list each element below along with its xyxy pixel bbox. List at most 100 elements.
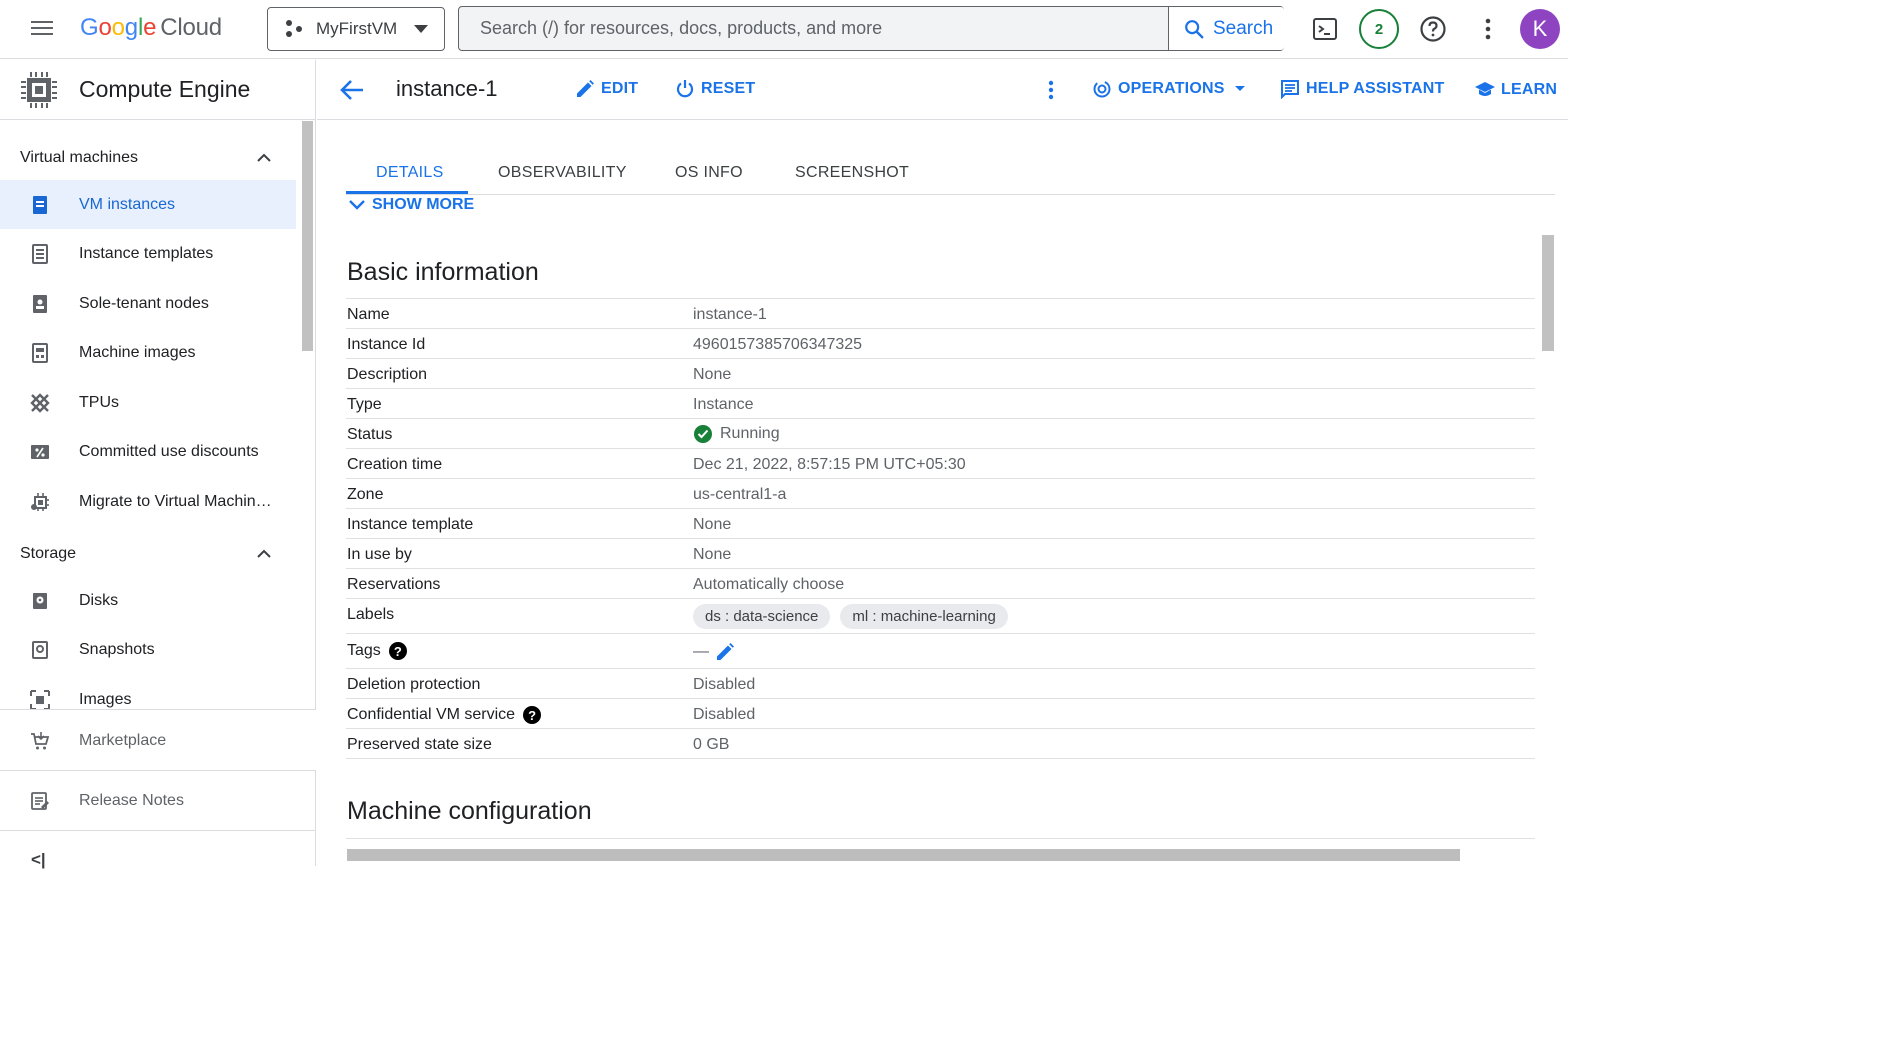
show-more-button[interactable]: SHOW MORE [348, 196, 474, 214]
top-bar: GoogleCloud MyFirstVM Search 2 K [0, 0, 1568, 59]
sidebar: Compute Engine Virtual machines VM insta… [0, 60, 316, 869]
info-row-status: Status Running [346, 419, 1535, 449]
sidebar-item-label: Machine images [79, 343, 196, 361]
pencil-icon[interactable] [715, 642, 735, 662]
project-picker[interactable]: MyFirstVM [267, 7, 445, 51]
sidebar-item-label: Instance templates [79, 244, 214, 262]
sidebar-item-marketplace[interactable]: Marketplace [0, 716, 296, 765]
help-icon[interactable]: ? [388, 642, 407, 660]
operations-button[interactable]: OPERATIONS [1092, 79, 1253, 99]
help-assistant-label: HELP ASSISTANT [1306, 80, 1445, 97]
tab-os-info[interactable]: OS INFO [675, 164, 743, 182]
row-value: Disabled [693, 676, 756, 693]
cloud-shell-icon[interactable] [1308, 12, 1342, 46]
product-title: Compute Engine [79, 76, 251, 102]
row-value: Disabled [693, 706, 756, 723]
edit-label: EDIT [601, 80, 639, 97]
row-value: instance-1 [693, 306, 767, 323]
horizontal-scrollbar[interactable] [347, 849, 1460, 861]
info-row-confidential-vm: Confidential VM service? Disabled [346, 699, 1535, 729]
content-scrollbar[interactable] [1542, 235, 1554, 351]
sidebar-item-label: VM instances [79, 195, 176, 213]
sidebar-scrollbar[interactable] [302, 121, 313, 351]
label-chip[interactable]: ds : data-science [693, 604, 831, 629]
project-name: MyFirstVM [316, 19, 398, 38]
status-value: Running [694, 425, 780, 443]
collapse-sidebar-icon[interactable]: <| [31, 850, 46, 870]
sidebar-item-label: Migrate to Virtual Machin… [79, 492, 272, 510]
divider [346, 838, 1535, 839]
info-row-zone: Zone us-central1-a [346, 479, 1535, 509]
divider [0, 770, 316, 771]
caret-down-icon [414, 25, 428, 33]
row-value: Dec 21, 2022, 8:57:15 PM UTC+05:30 [693, 456, 966, 473]
cart-icon [31, 732, 50, 750]
reset-button[interactable]: RESET [675, 79, 755, 99]
hamburger-menu-icon[interactable] [28, 17, 56, 41]
info-row-preserved-state-size: Preserved state size 0 GB [346, 729, 1535, 759]
sidebar-item-tpus[interactable]: TPUs [0, 378, 296, 427]
help-icon[interactable] [1416, 12, 1450, 46]
help-icon[interactable]: ? [523, 706, 542, 724]
more-vert-icon[interactable] [1471, 12, 1505, 46]
notes-icon [31, 792, 49, 810]
section-storage[interactable]: Storage [0, 534, 300, 574]
sidebar-item-snapshots[interactable]: Snapshots [0, 625, 296, 674]
row-value: 0 GB [693, 736, 730, 753]
info-row-description: Description None [346, 359, 1535, 389]
info-row-instance-id: Instance Id 4960157385706347325 [346, 329, 1535, 359]
info-row-instance-template: Instance template None [346, 509, 1535, 539]
sidebar-item-disks[interactable]: Disks [0, 576, 296, 625]
sidebar-item-committed-use-discounts[interactable]: Committed use discounts [0, 427, 296, 476]
status-text: Running [720, 425, 780, 442]
row-key: Description [347, 366, 428, 383]
row-value: 4960157385706347325 [693, 336, 863, 353]
labels-value: ds : data-science ml : machine-learning [693, 604, 1018, 629]
sidebar-item-machine-images[interactable]: Machine images [0, 328, 296, 377]
sidebar-item-release-notes[interactable]: Release Notes [0, 776, 296, 825]
row-key: Confidential VM service? [347, 706, 542, 724]
sidebar-header: Compute Engine [0, 60, 315, 120]
tab-details[interactable]: DETAILS [376, 164, 444, 182]
more-actions-icon[interactable] [1048, 80, 1060, 100]
basic-info-table: Name instance-1 Instance Id 49601573857063… [346, 298, 1535, 759]
machine-image-icon [32, 343, 48, 363]
divider [0, 830, 316, 831]
sidebar-item-sole-tenant-nodes[interactable]: Sole-tenant nodes [0, 279, 296, 328]
sidebar-item-label: Marketplace [79, 731, 167, 749]
row-key: Status [347, 426, 393, 443]
section-label: Virtual machines [20, 149, 138, 166]
tab-observability[interactable]: OBSERVABILITY [498, 164, 627, 182]
section-virtual-machines[interactable]: Virtual machines [0, 138, 300, 178]
operations-label: OPERATIONS [1118, 80, 1225, 97]
tab-bar: DETAILS OBSERVABILITY OS INFO SCREENSHOT [346, 150, 1555, 195]
learn-button[interactable]: LEARN [1475, 80, 1557, 100]
row-key-text: Tags [347, 642, 381, 659]
sidebar-item-label: Images [79, 690, 132, 708]
sidebar-item-instance-templates[interactable]: Instance templates [0, 229, 296, 278]
notifications-badge[interactable]: 2 [1359, 9, 1399, 49]
google-cloud-logo[interactable]: Google Cloud [80, 14, 222, 42]
row-value: us-central1-a [693, 486, 787, 503]
label-chip[interactable]: ml : machine-learning [840, 604, 1008, 629]
row-key: Zone [347, 486, 384, 503]
sidebar-item-migrate[interactable]: Migrate to Virtual Machin… [0, 477, 296, 526]
learn-label: LEARN [1501, 81, 1558, 98]
caret-down-icon [1234, 86, 1245, 91]
power-icon [676, 80, 694, 98]
edit-button[interactable]: EDIT [575, 79, 638, 99]
sidebar-item-label: Committed use discounts [79, 442, 259, 460]
search-input[interactable] [459, 7, 1167, 50]
show-more-label: SHOW MORE [372, 196, 475, 213]
row-key: Deletion protection [347, 676, 481, 693]
template-icon [32, 244, 48, 264]
help-assistant-button[interactable]: HELP ASSISTANT [1280, 79, 1445, 99]
search-button[interactable]: Search [1168, 7, 1284, 50]
row-key-text: Confidential VM service [347, 706, 516, 723]
tab-screenshot[interactable]: SCREENSHOT [795, 164, 909, 182]
sidebar-item-vm-instances[interactable]: VM instances [0, 180, 296, 229]
avatar[interactable]: K [1520, 9, 1560, 49]
search-icon [1185, 19, 1204, 38]
back-arrow-icon[interactable] [339, 77, 365, 103]
sidebar-item-label: TPUs [79, 393, 119, 411]
